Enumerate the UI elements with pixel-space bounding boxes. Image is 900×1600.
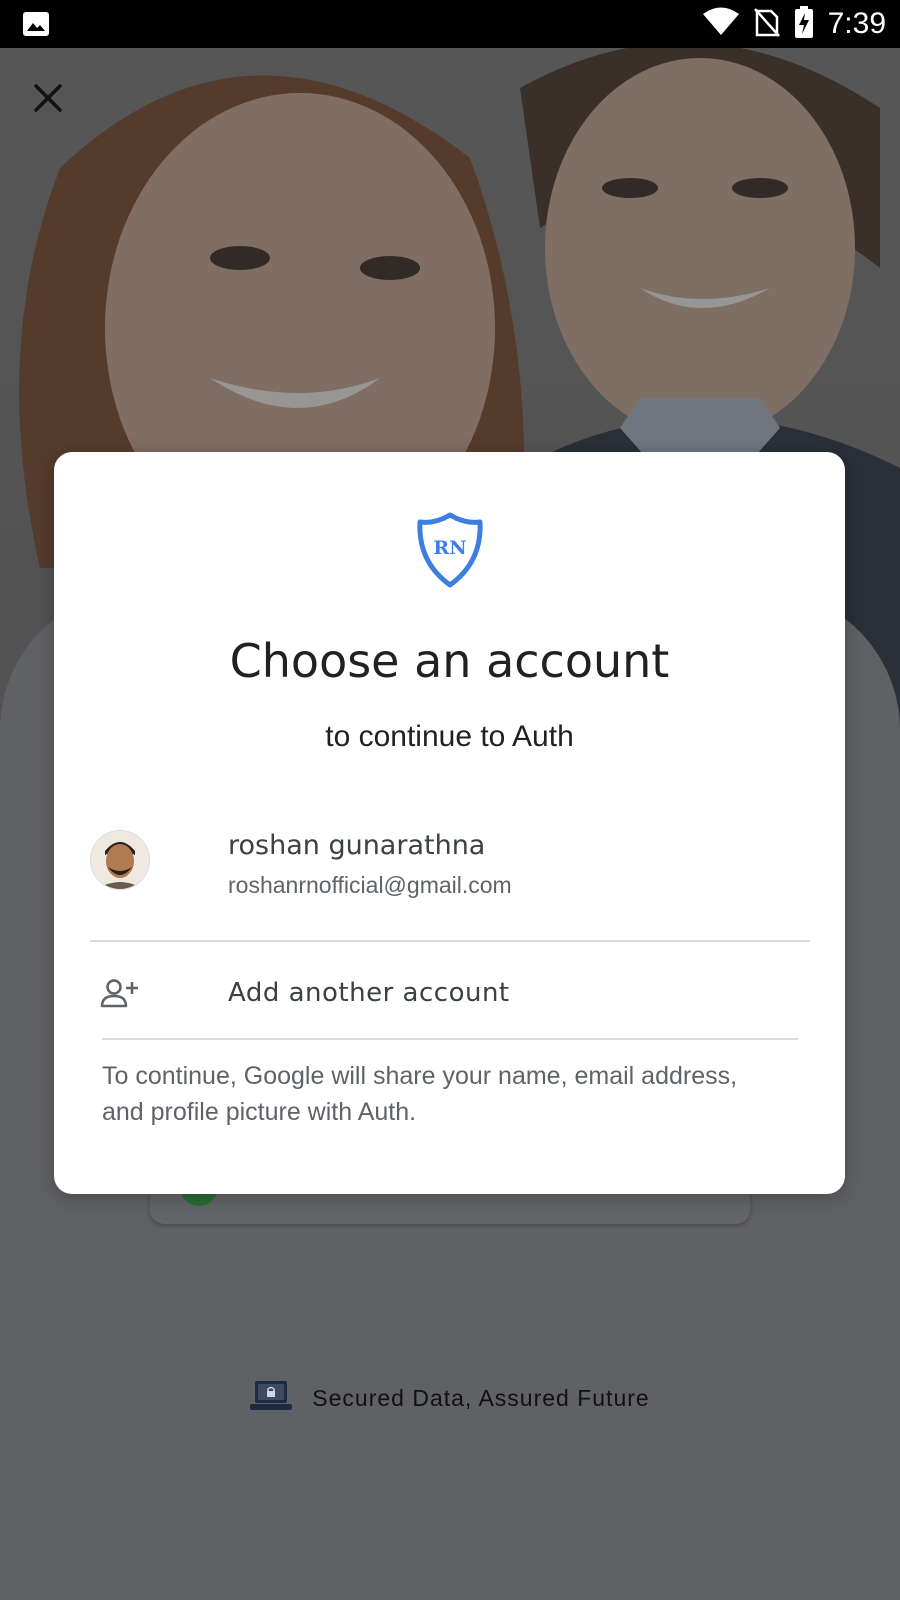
logo-text: RN [433,537,466,559]
add-another-account-button[interactable]: Add another account [90,960,810,1026]
close-icon[interactable] [28,78,68,118]
footer-tagline: Secured Data, Assured Future [312,1385,650,1411]
wifi-icon [702,7,740,42]
account-name: roshan gunarathna [228,830,486,861]
status-bar: 7:39 [0,0,900,48]
dialog-title: Choose an account [229,634,670,688]
account-chooser-dialog: RN Choose an account to continue to Auth… [54,452,845,1194]
dialog-subtitle: to continue to Auth [325,720,574,753]
account-item[interactable]: roshan gunarathna roshanrnofficial@gmail… [90,830,810,918]
divider [90,940,810,942]
image-notification-icon [22,11,50,42]
no-sim-icon [753,7,780,42]
consent-text: To continue, Google will share your name… [102,1062,738,1126]
footer: Secured Data, Assured Future [0,1380,900,1417]
clock: 7:39 [827,7,886,40]
divider [102,1038,798,1040]
avatar [90,830,150,890]
add-person-icon [100,978,140,1013]
laptop-lock-icon [250,1380,293,1417]
rn-shield-logo: RN [415,512,485,588]
account-email: roshanrnofficial@gmail.com [228,872,512,898]
battery-charging-icon [794,5,814,43]
add-account-label: Add another account [228,978,510,1008]
